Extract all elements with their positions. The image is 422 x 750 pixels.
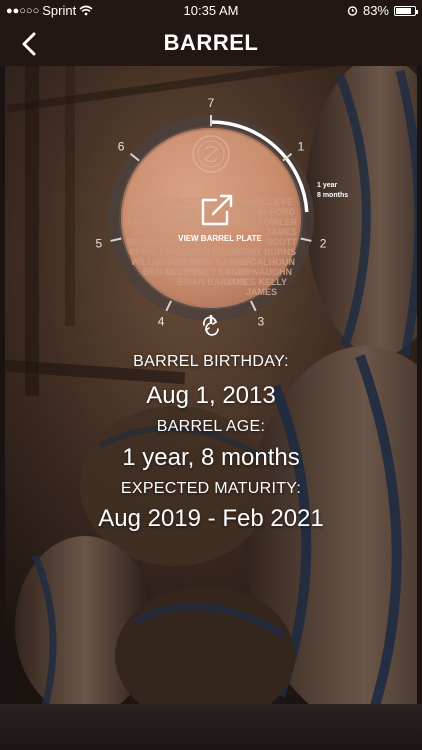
alarm-icon bbox=[347, 6, 358, 16]
plate-name: JAMES bbox=[266, 227, 297, 237]
plate-name: ASHLEY FOWLER bbox=[219, 217, 297, 227]
plate-name: TOM CALHOUN bbox=[228, 257, 295, 267]
plate-name: TODD VAUGHN bbox=[226, 267, 292, 277]
battery-percent: 83% bbox=[362, 3, 389, 18]
plate-name: JAMES KELLY bbox=[225, 277, 287, 287]
dial-tick-label: 3 bbox=[258, 315, 265, 329]
dial-tick-label: 5 bbox=[96, 237, 103, 251]
plate-name: SCOTT bbox=[267, 237, 298, 247]
status-right: 83% bbox=[347, 3, 418, 18]
battery-fill bbox=[396, 7, 411, 14]
age-annotation-months: 8 months bbox=[317, 192, 348, 199]
barrel-birthday-label: BARREL BIRTHDAY: bbox=[133, 353, 289, 370]
dial-tick-label: 6 bbox=[118, 139, 125, 153]
bottom-toolbar bbox=[0, 704, 422, 750]
plate-name: RAY RADCLIFFE bbox=[221, 197, 293, 207]
plate-name: JOE PUGH bbox=[133, 227, 180, 237]
dial-tick-label: 4 bbox=[158, 315, 165, 329]
dial-tick-label: 1 bbox=[298, 139, 305, 153]
battery-icon bbox=[394, 5, 418, 16]
page-title: BARREL bbox=[163, 30, 259, 55]
barrel-birthday-value: Aug 1, 2013 bbox=[146, 382, 276, 409]
barrel-detail-view: 1234567 KENNEDY SCOTT WRIGHT JOHN WILLIA… bbox=[5, 66, 417, 704]
status-bar: ●●○○○ Sprint 10:35 AM 83% bbox=[0, 0, 422, 22]
dial-tick-label: 7 bbox=[208, 96, 215, 110]
expected-maturity-value: Aug 2019 - Feb 2021 bbox=[98, 505, 324, 532]
plate-name: SCOTT WRIGHT bbox=[127, 207, 197, 217]
expected-maturity-label: EXPECTED MATURITY: bbox=[120, 480, 302, 497]
plate-name: KENNEDY bbox=[137, 197, 181, 207]
barrel-dial: 1234567 KENNEDY SCOTT WRIGHT JOHN WILLIA… bbox=[96, 96, 348, 336]
plate-name: JAMES bbox=[246, 287, 277, 297]
plate-seal-logo bbox=[192, 135, 230, 173]
battery-tip bbox=[416, 9, 418, 14]
barrel-age-value: 1 year, 8 months bbox=[122, 444, 300, 471]
plate-names-right: RAY RADCLIFFE BARB RADFORD ASHLEY FOWLER… bbox=[219, 197, 297, 297]
barrel-age-label: BARREL AGE: bbox=[156, 418, 266, 435]
plate-name: BARB RADFORD bbox=[222, 207, 296, 217]
age-annotation-years: 1 year bbox=[317, 182, 338, 189]
plate-name: PERRY BURNS bbox=[231, 247, 296, 257]
dial-tick-label: 2 bbox=[320, 237, 327, 251]
view-barrel-plate-label: VIEW BARREL PLATE bbox=[178, 234, 262, 243]
nav-bar: BARREL bbox=[0, 22, 422, 66]
